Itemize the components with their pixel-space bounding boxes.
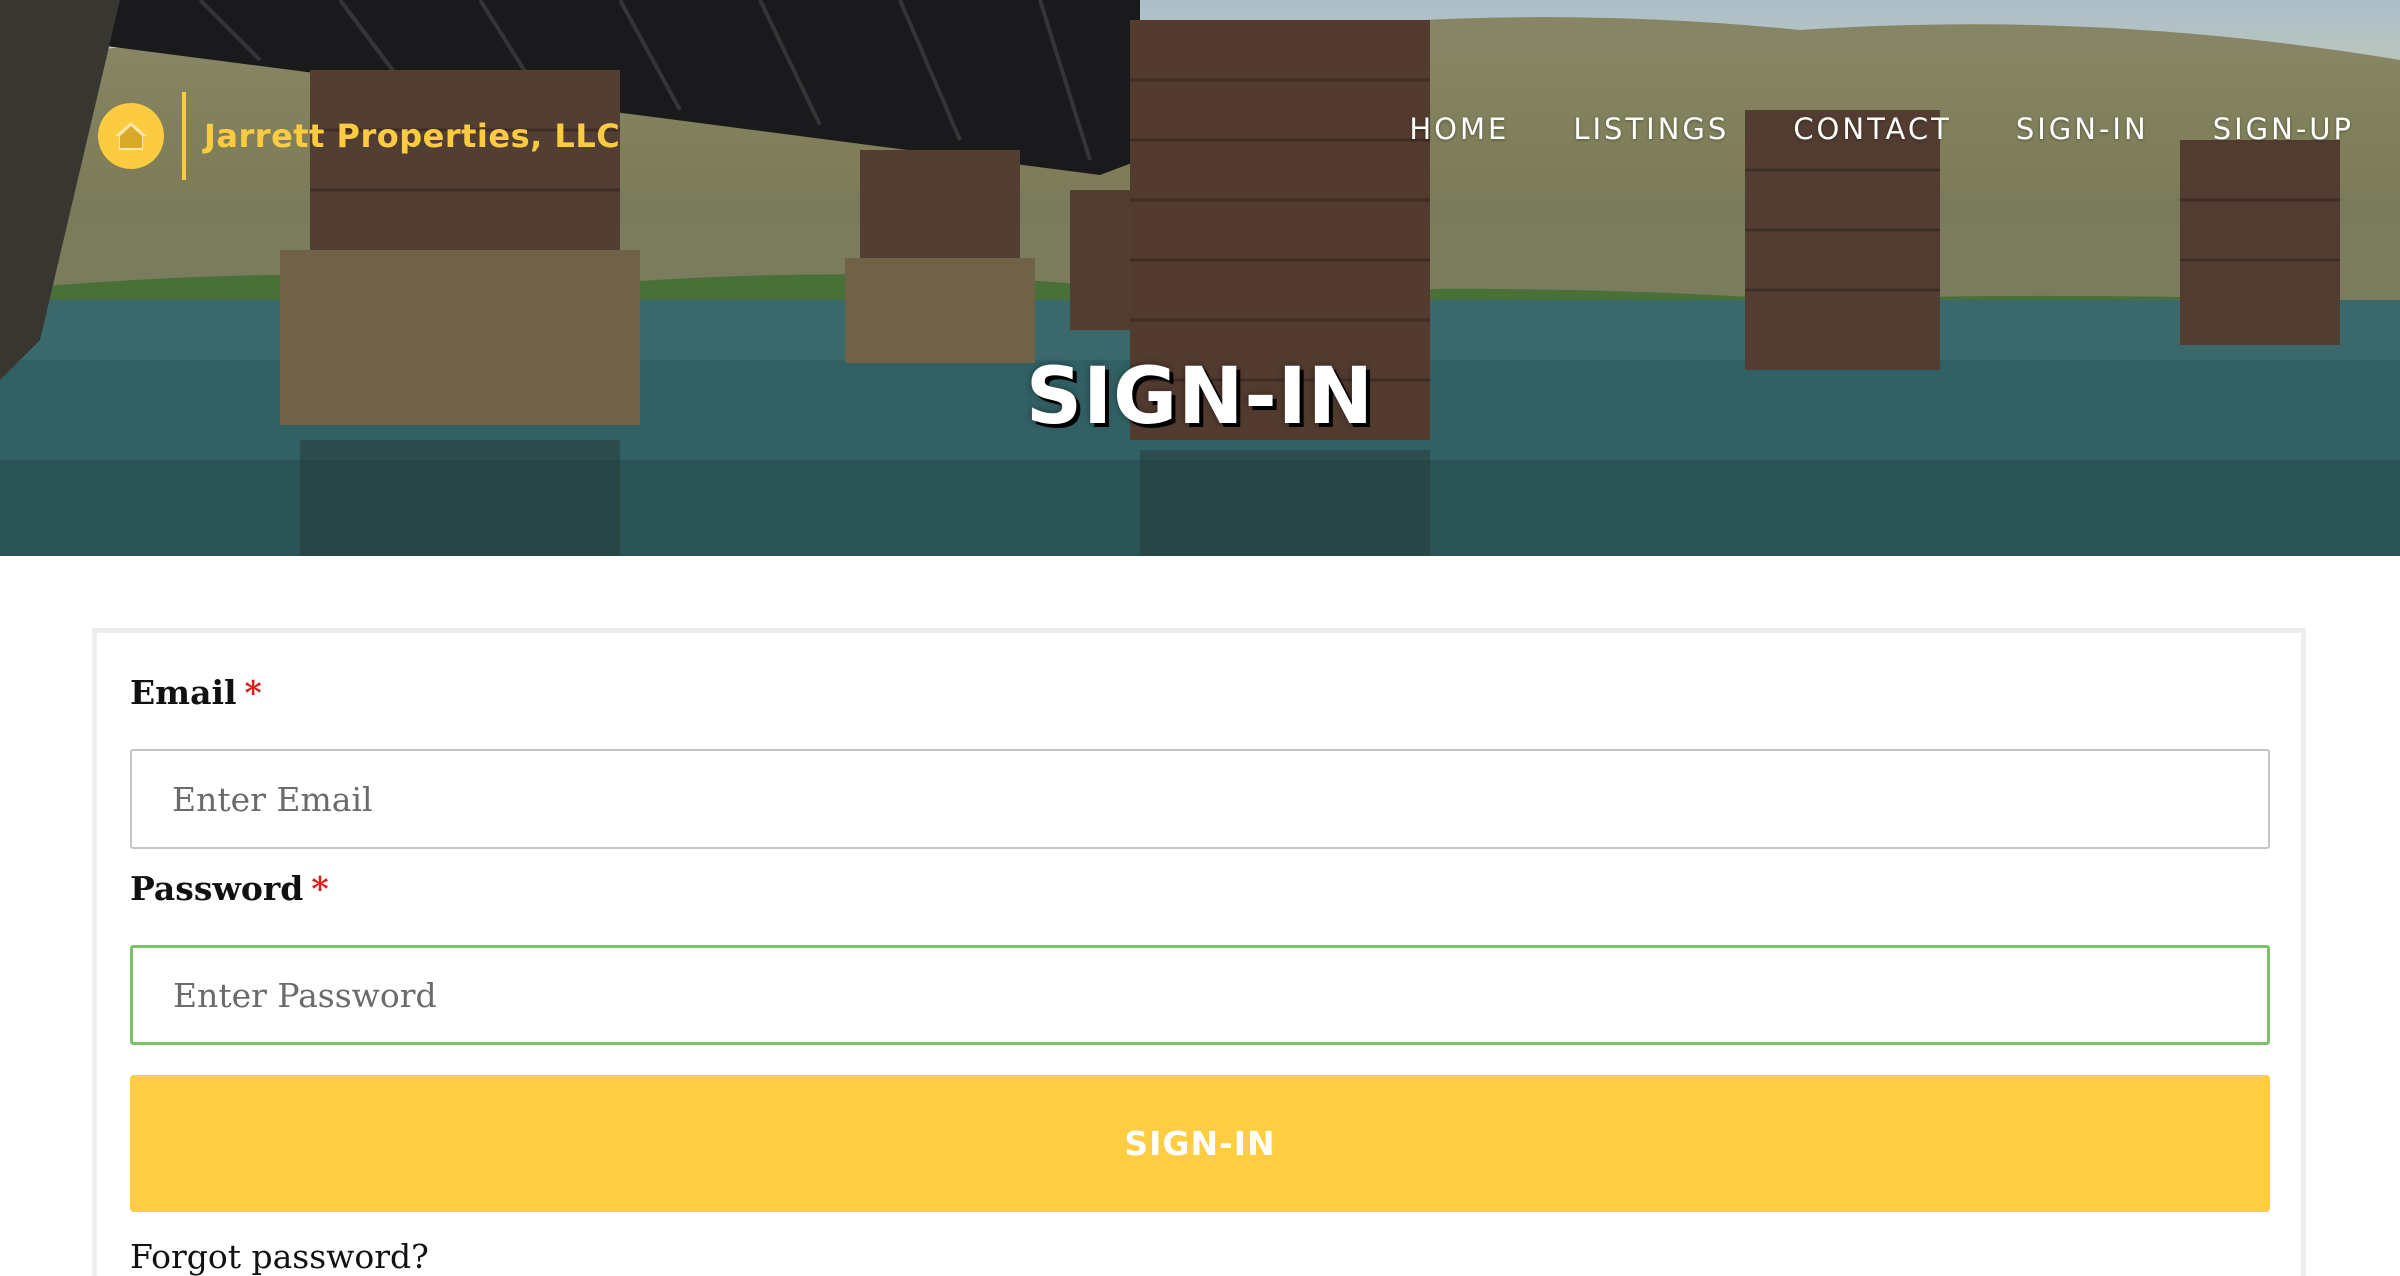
sign-in-form: Email* Password* SIGN-IN Forgot password… <box>92 628 2306 1276</box>
brand-logo-link[interactable]: Jarrett Properties, LLC <box>98 92 620 180</box>
brand-name: Jarrett Properties, LLC <box>204 117 621 155</box>
nav-listings[interactable]: LISTINGS <box>1573 112 1729 146</box>
page-title: SIGN-IN <box>1025 352 1375 442</box>
hero-banner: Jarrett Properties, LLC HOME LISTINGS CO… <box>0 0 2400 556</box>
nav-contact[interactable]: CONTACT <box>1793 112 1952 146</box>
main-nav: HOME LISTINGS CONTACT SIGN-IN SIGN-UP <box>1409 112 2354 146</box>
password-required-mark: * <box>311 869 329 908</box>
password-label: Password * <box>130 869 329 908</box>
email-required-mark: * <box>244 673 262 712</box>
hero-overlay <box>0 0 2400 556</box>
email-label-text: Email <box>130 673 237 712</box>
nav-home[interactable]: HOME <box>1409 112 1509 146</box>
sign-in-button[interactable]: SIGN-IN <box>130 1075 2270 1212</box>
forgot-password-link[interactable]: Forgot password? <box>130 1237 429 1276</box>
house-icon <box>98 103 164 169</box>
nav-sign-up[interactable]: SIGN-UP <box>2213 112 2354 146</box>
email-label: Email * <box>130 673 262 712</box>
password-label-text: Password <box>130 869 304 908</box>
password-field[interactable] <box>130 945 2270 1045</box>
email-field[interactable] <box>130 749 2270 849</box>
nav-sign-in[interactable]: SIGN-IN <box>2016 112 2149 146</box>
brand-divider <box>182 92 186 180</box>
